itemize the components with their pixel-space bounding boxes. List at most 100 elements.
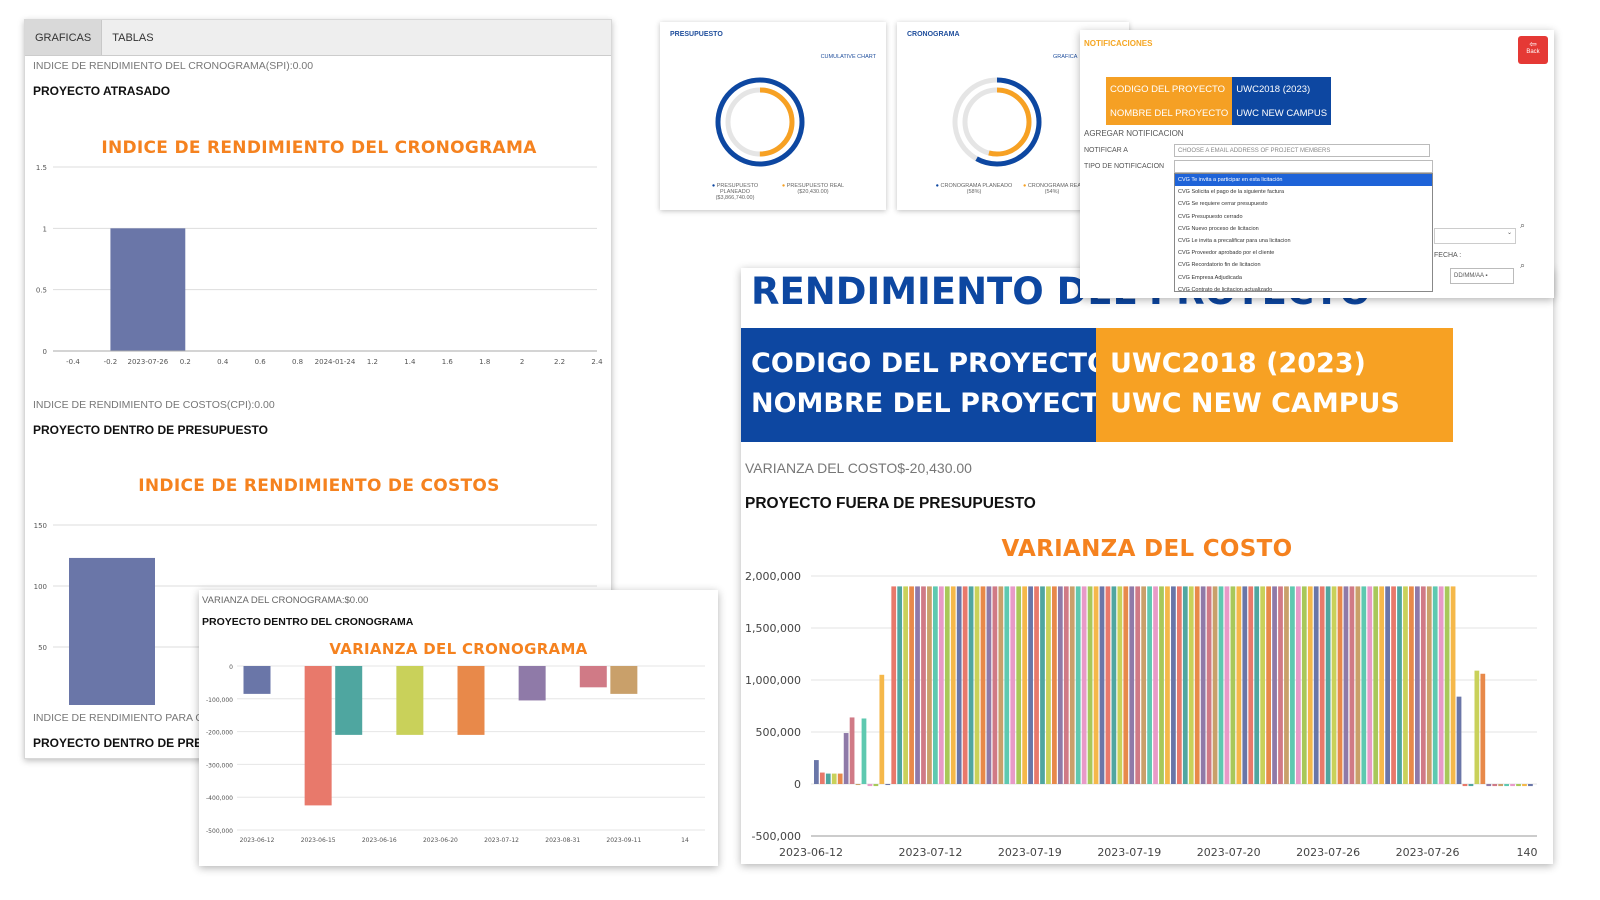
chart-bar bbox=[1468, 784, 1474, 787]
notifications-title: NOTIFICACIONES bbox=[1084, 39, 1153, 48]
back-button[interactable]: ⇦ Back bbox=[1518, 36, 1548, 64]
y-tick-label: 150 bbox=[34, 522, 47, 530]
chart-bar bbox=[1200, 586, 1206, 784]
dropdown-option[interactable]: CVG Solicita el pago de la siguiente fac… bbox=[1175, 186, 1432, 198]
x-tick-label: 1.8 bbox=[479, 358, 490, 366]
chart-bar bbox=[1194, 586, 1200, 784]
tab-graficas[interactable]: GRAFICAS bbox=[25, 20, 103, 55]
search-icon[interactable]: ⌕ bbox=[1520, 220, 1525, 231]
project-code-label: CODIGO DEL PROYECTO bbox=[751, 348, 1110, 379]
notif-project-info: CODIGO DEL PROYECTO UWC2018 (2023) NOMBR… bbox=[1106, 77, 1332, 125]
notif-code-value: UWC2018 (2023) bbox=[1232, 77, 1332, 101]
budget-card: PRESUPUESTO CUMULATIVE CHART ● PRESUPUES… bbox=[660, 22, 886, 210]
chart-bar bbox=[1409, 586, 1414, 784]
dropdown-option[interactable]: CVG Contrato de licitacion actualizado bbox=[1175, 284, 1432, 296]
dropdown-option[interactable]: CVG Empresa Adjudicada bbox=[1175, 272, 1432, 284]
chart-bar bbox=[243, 666, 271, 694]
chart-bar bbox=[1432, 586, 1438, 784]
back-label: Back bbox=[1526, 49, 1540, 55]
search-date-icon[interactable]: ⌕ bbox=[1520, 260, 1525, 271]
x-tick-label: 2023-07-26 bbox=[1396, 846, 1460, 859]
calendar-icon: ▪ bbox=[1485, 273, 1488, 279]
notification-type-dropdown[interactable]: CVG Te invita a participar en esta licit… bbox=[1174, 173, 1433, 293]
chart-bar bbox=[518, 666, 546, 701]
chart-bar bbox=[1075, 586, 1081, 784]
cost-variance-chart-title: VARIANZA DEL COSTO bbox=[1001, 536, 1293, 562]
secondary-select[interactable]: ⌄ bbox=[1434, 228, 1516, 244]
chart-bar bbox=[968, 586, 974, 784]
x-tick-label: 2023-07-12 bbox=[898, 846, 962, 859]
notify-to-input[interactable]: CHOOSE A EMAIL ADDRESS OF PROJECT MEMBER… bbox=[1174, 144, 1430, 157]
chart-bar bbox=[1016, 586, 1022, 784]
dropdown-option[interactable]: CVG Te invita a participar en esta licit… bbox=[1175, 174, 1432, 187]
x-tick-label: 2 bbox=[520, 358, 524, 366]
dropdown-option[interactable]: CVG Recordatorio fin de licitacion bbox=[1175, 259, 1432, 271]
chart-bar bbox=[1403, 586, 1408, 784]
x-tick-label: 1.2 bbox=[367, 358, 378, 366]
spi-status: PROYECTO ATRASADO bbox=[33, 84, 171, 98]
chart-bar bbox=[879, 674, 885, 784]
notification-type-label: TIPO DE NOTIFICACION bbox=[1084, 163, 1165, 170]
add-notification-heading: AGREGAR NOTIFICACION bbox=[1084, 129, 1184, 138]
cost-variance-chart: 2,000,000 1,500,000 1,000,000 500,000 0 -500,… bbox=[745, 570, 1538, 859]
chart-bar bbox=[1414, 586, 1420, 784]
chart-bar bbox=[1099, 586, 1105, 784]
schedule-card-subtitle: GRAFICA bbox=[1053, 54, 1078, 60]
dropdown-option[interactable]: CVG Se requiere cerrar presupuesto bbox=[1175, 198, 1432, 210]
chart-bar bbox=[1230, 586, 1236, 784]
chart-bar bbox=[1301, 586, 1307, 784]
chart-bar bbox=[837, 773, 843, 784]
tab-tablas[interactable]: TABLAS bbox=[102, 20, 163, 55]
dropdown-option[interactable]: CVG Le invita a precalificar para una li… bbox=[1175, 235, 1432, 247]
chart-bar bbox=[1528, 784, 1533, 787]
chart-bar bbox=[849, 717, 855, 784]
chart-bar bbox=[1004, 586, 1010, 784]
schedule-legend-real: ● CRONOGRAMA REA (54%) bbox=[1015, 183, 1089, 195]
x-tick-label: 0.4 bbox=[217, 358, 229, 366]
x-tick-label: 2023-08-31 bbox=[545, 837, 580, 844]
x-tick-label: -0.4 bbox=[66, 358, 80, 366]
chart-bar bbox=[992, 586, 998, 784]
chart-bar bbox=[1129, 586, 1135, 784]
chart-bar bbox=[980, 586, 986, 784]
chart-bar bbox=[1278, 586, 1283, 784]
chart-bar bbox=[1093, 586, 1099, 784]
y-tick-label: 0.5 bbox=[36, 287, 47, 295]
chart-bar bbox=[1319, 586, 1325, 784]
notify-to-label: NOTIFICAR A bbox=[1084, 147, 1128, 154]
chart-bar bbox=[825, 773, 831, 784]
chart-bar bbox=[885, 784, 891, 786]
chart-bar bbox=[956, 586, 962, 784]
date-input[interactable]: DD/MM/AA ▪ bbox=[1450, 268, 1514, 284]
chart-bar bbox=[1480, 673, 1486, 784]
x-tick-label: 0.2 bbox=[180, 358, 191, 366]
chart-bar bbox=[831, 773, 837, 784]
x-tick-label: 2023-07-19 bbox=[998, 846, 1062, 859]
cpi-chart-title: INDICE DE RENDIMIENTO DE COSTOS bbox=[138, 476, 500, 496]
legend-value: ($20,430.00) bbox=[797, 189, 829, 195]
x-tick-label: 14 bbox=[681, 837, 689, 844]
chart-bar bbox=[1444, 586, 1450, 784]
legend-dot-icon: ● bbox=[935, 183, 939, 189]
y-tick-label: 2,000,000 bbox=[745, 570, 801, 583]
chart-bar bbox=[1105, 586, 1111, 784]
chart-bar bbox=[1295, 586, 1301, 784]
x-tick-label: 2.2 bbox=[554, 358, 565, 366]
schedule-donut-chart bbox=[952, 77, 1042, 167]
chart-bar bbox=[396, 666, 424, 735]
x-tick-label: 140 bbox=[1517, 846, 1538, 859]
dropdown-option[interactable]: CVG Proveedor aprobado por el cliente bbox=[1175, 247, 1432, 259]
tcpi-status: PROYECTO DENTRO DE PRE bbox=[33, 736, 203, 750]
cost-variance-status: PROYECTO FUERA DE PRESUPUESTO bbox=[745, 495, 1036, 512]
chart-bar bbox=[933, 586, 938, 784]
chart-bar bbox=[1272, 586, 1277, 784]
x-tick-label: 0.6 bbox=[255, 358, 267, 366]
x-tick-label: 1.4 bbox=[404, 358, 416, 366]
dropdown-option[interactable]: CVG Nuevo proceso de licitacion bbox=[1175, 223, 1432, 235]
spi-chart: 0 0.5 1 1.5 -0.4 -0.2 2023-07-26 0.2 0.4 0.6 0.8 20… bbox=[36, 164, 603, 366]
chart-bar bbox=[579, 666, 607, 688]
notifications-window: NOTIFICACIONES ⇦ Back CODIGO DEL PROYECT… bbox=[1080, 30, 1554, 298]
notification-type-select[interactable] bbox=[1174, 160, 1433, 173]
dropdown-option[interactable]: CVG Presupuesto cerrado bbox=[1175, 211, 1432, 223]
y-tick-label: -400,000 bbox=[206, 795, 233, 802]
